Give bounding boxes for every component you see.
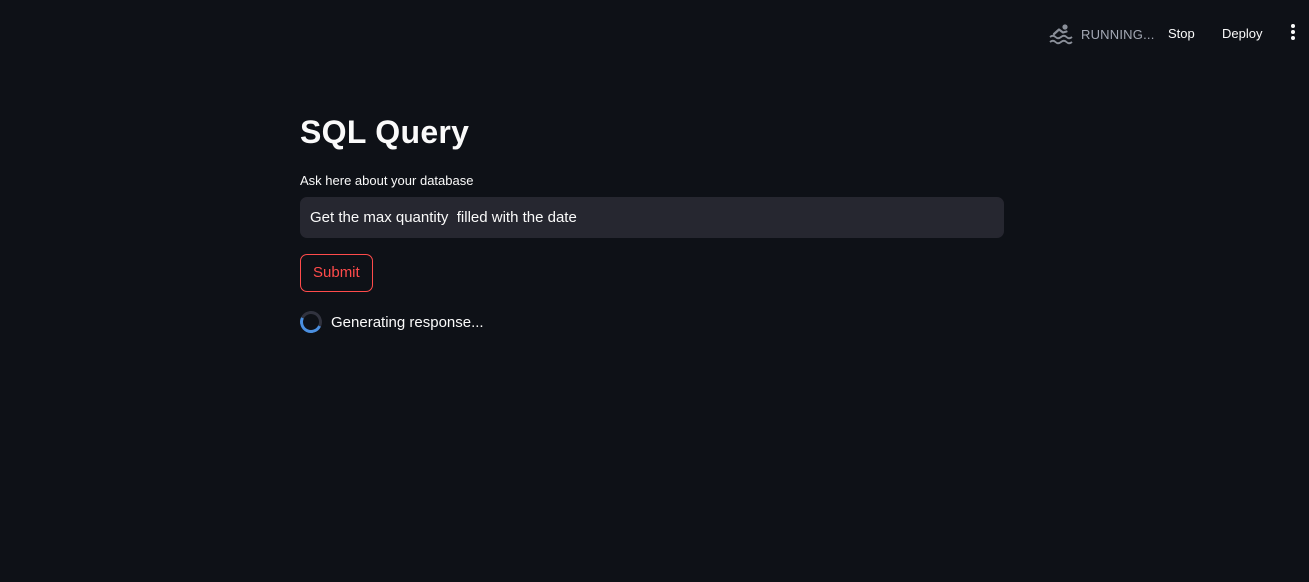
running-status: RUNNING... <box>1048 22 1155 46</box>
main-content: SQL Query Ask here about your database S… <box>296 108 1004 337</box>
app-header: RUNNING... Stop Deploy <box>0 0 1309 68</box>
spinner-icon <box>296 307 326 337</box>
status-text: RUNNING... <box>1081 26 1155 42</box>
query-input-label: Ask here about your database <box>300 173 474 188</box>
kebab-menu-icon[interactable] <box>1287 24 1299 44</box>
deploy-button[interactable]: Deploy <box>1222 22 1262 46</box>
swimmer-icon <box>1048 22 1074 46</box>
submit-button[interactable]: Submit <box>300 254 373 292</box>
stop-button[interactable]: Stop <box>1168 22 1195 46</box>
loading-indicator: Generating response... <box>296 307 1004 337</box>
spinner-text: Generating response... <box>331 313 484 331</box>
page-title: SQL Query <box>300 114 470 150</box>
query-input[interactable] <box>300 197 1004 238</box>
